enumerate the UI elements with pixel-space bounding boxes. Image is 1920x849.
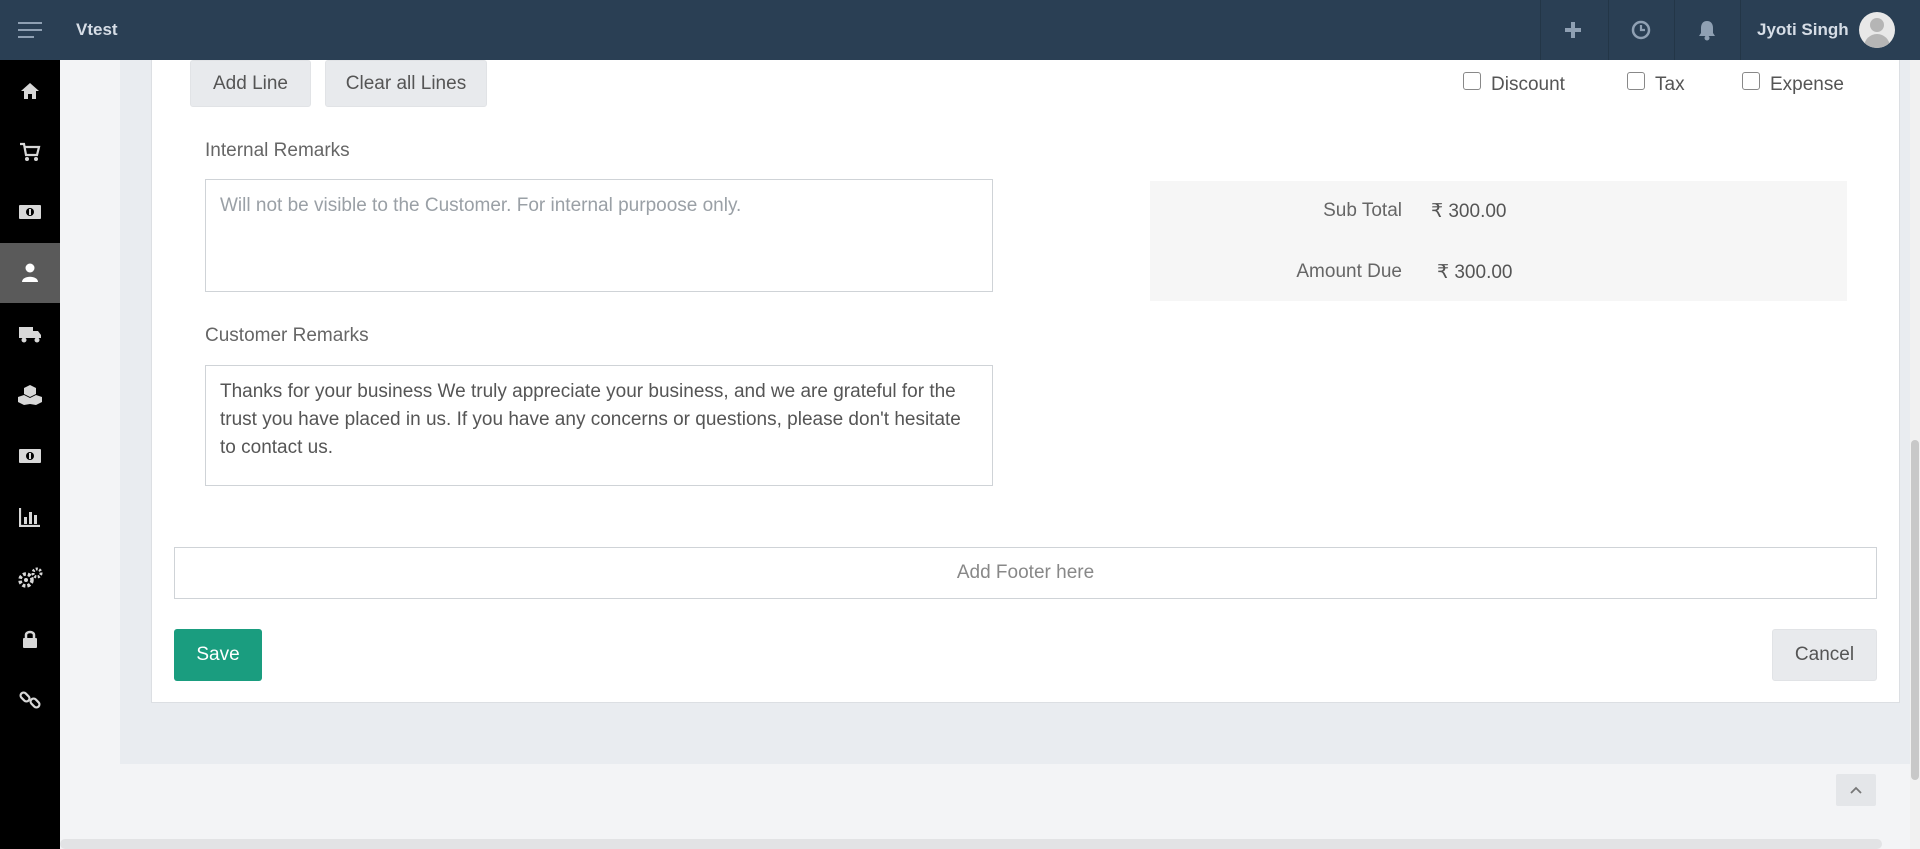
- expense-checkbox[interactable]: [1742, 72, 1760, 90]
- app-brand[interactable]: Vtest: [76, 0, 118, 60]
- sidebar-item-customers[interactable]: [0, 243, 60, 303]
- sidebar-item-home[interactable]: [0, 61, 60, 121]
- sub-total-label: Sub Total: [1323, 200, 1402, 221]
- quick-add-button[interactable]: [1540, 0, 1604, 60]
- cart-icon: [20, 142, 41, 161]
- notifications-button[interactable]: [1674, 0, 1738, 60]
- boxes-icon: [18, 385, 42, 405]
- sidebar-item-vendors[interactable]: [0, 304, 60, 364]
- footer-input[interactable]: Add Footer here: [174, 547, 1877, 599]
- sidebar-item-expenses[interactable]: [0, 426, 60, 486]
- menu-icon: [18, 22, 42, 38]
- expense-label: Expense: [1770, 74, 1844, 95]
- sidebar-item-sales[interactable]: [0, 122, 60, 182]
- add-line-button[interactable]: Add Line: [190, 60, 311, 107]
- link-icon: [19, 691, 41, 709]
- bell-icon: [1698, 21, 1715, 41]
- discount-option[interactable]: Discount: [1463, 72, 1565, 96]
- tax-option[interactable]: Tax: [1627, 72, 1685, 96]
- user-menu[interactable]: Jyoti Singh: [1740, 0, 1895, 60]
- tax-checkbox[interactable]: [1627, 72, 1645, 90]
- money-icon: [19, 205, 41, 219]
- horizontal-scrollbar[interactable]: [60, 839, 1882, 849]
- top-navbar: Vtest Jyoti Singh: [0, 0, 1920, 60]
- clear-all-lines-button[interactable]: Clear all Lines: [325, 60, 487, 107]
- money-icon: [19, 449, 41, 463]
- customer-remarks-label: Customer Remarks: [205, 325, 369, 346]
- invoice-form-card: Add Line Clear all Lines Discount Tax Ex…: [151, 60, 1900, 703]
- sidebar-item-integrations[interactable]: [0, 670, 60, 730]
- discount-checkbox[interactable]: [1463, 72, 1481, 90]
- internal-remarks-label: Internal Remarks: [205, 140, 350, 161]
- discount-label: Discount: [1491, 74, 1565, 95]
- sidebar-item-payments[interactable]: [0, 182, 60, 242]
- lock-icon: [23, 630, 37, 648]
- home-icon: [21, 83, 39, 99]
- amount-due-value: ₹ 300.00: [1437, 262, 1513, 283]
- sidebar-item-security[interactable]: [0, 609, 60, 669]
- menu-toggle-button[interactable]: [0, 0, 60, 60]
- chevron-up-icon: [1850, 786, 1862, 794]
- tax-label: Tax: [1655, 74, 1685, 95]
- sidebar-item-settings[interactable]: [0, 548, 60, 608]
- avatar: [1858, 12, 1895, 48]
- totals-panel: Sub Total ₹ 300.00 Amount Due ₹ 300.00: [1150, 181, 1847, 301]
- sub-total-value: ₹ 300.00: [1431, 201, 1507, 222]
- cancel-button[interactable]: Cancel: [1772, 629, 1877, 681]
- recent-activity-button[interactable]: [1608, 0, 1672, 60]
- gears-icon: [18, 567, 43, 588]
- amount-due-label: Amount Due: [1296, 261, 1402, 282]
- expense-option[interactable]: Expense: [1742, 72, 1844, 96]
- truck-icon: [19, 327, 41, 343]
- customer-remarks-textarea[interactable]: Thanks for your business We truly apprec…: [205, 365, 993, 486]
- save-button[interactable]: Save: [174, 629, 262, 681]
- sidebar-item-reports[interactable]: [0, 487, 60, 547]
- scrollbar-thumb[interactable]: [1911, 440, 1919, 780]
- scroll-to-top-button[interactable]: [1836, 774, 1876, 806]
- clock-icon: [1631, 20, 1650, 40]
- sidebar-item-inventory[interactable]: [0, 365, 60, 425]
- chart-icon: [19, 508, 40, 527]
- sidebar: [0, 60, 60, 849]
- plus-icon: [1564, 22, 1581, 38]
- user-icon: [22, 263, 38, 282]
- vertical-scrollbar[interactable]: [1910, 60, 1920, 849]
- user-name: Jyoti Singh: [1757, 20, 1849, 39]
- internal-remarks-textarea[interactable]: Will not be visible to the Customer. For…: [205, 179, 993, 292]
